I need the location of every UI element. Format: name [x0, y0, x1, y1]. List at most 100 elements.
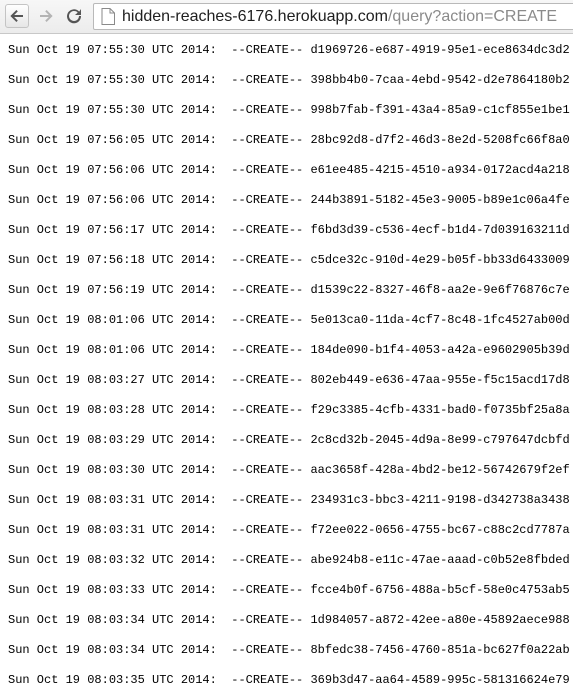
log-line: Sun Oct 19 08:03:28 UTC 2014: --CREATE--… — [8, 402, 570, 418]
log-timestamp: Sun Oct 19 08:03:34 UTC 2014: — [8, 643, 217, 657]
log-action: --CREATE-- — [231, 553, 304, 567]
reload-icon — [67, 9, 82, 24]
log-line: Sun Oct 19 08:03:30 UTC 2014: --CREATE--… — [8, 462, 570, 478]
log-id: d1539c22-8327-46f8-aa2e-9e6f76876c7e — [310, 283, 570, 297]
url-path: /query?action=CREATE — [387, 7, 558, 25]
log-action: --CREATE-- — [231, 643, 304, 657]
log-timestamp: Sun Oct 19 08:01:06 UTC 2014: — [8, 313, 217, 327]
log-timestamp: Sun Oct 19 08:03:34 UTC 2014: — [8, 613, 217, 627]
log-id: 28bc92d8-d7f2-46d3-8e2d-5208fc66f8a0 — [310, 133, 570, 147]
log-action: --CREATE-- — [231, 283, 304, 297]
log-action: --CREATE-- — [231, 253, 304, 267]
log-id: f72ee022-0656-4755-bc67-c88c2cd7787a — [310, 523, 570, 537]
page-icon — [99, 7, 117, 27]
log-action: --CREATE-- — [231, 373, 304, 387]
log-timestamp: Sun Oct 19 07:56:05 UTC 2014: — [8, 133, 217, 147]
log-id: abe924b8-e11c-47ae-aaad-c0b52e8fbded — [310, 553, 570, 567]
log-id: f6bd3d39-c536-4ecf-b1d4-7d039163211d — [310, 223, 570, 237]
log-id: fcce4b0f-6756-488a-b5cf-58e0c4753ab5 — [310, 583, 570, 597]
back-button[interactable] — [5, 4, 29, 28]
url-host: hidden-reaches-6176.herokuapp.com — [122, 7, 388, 25]
log-line: Sun Oct 19 08:03:32 UTC 2014: --CREATE--… — [8, 552, 570, 568]
log-id: d1969726-e687-4919-95e1-ece8634dc3d2 — [310, 43, 570, 57]
log-action: --CREATE-- — [231, 193, 304, 207]
log-timestamp: Sun Oct 19 08:03:30 UTC 2014: — [8, 463, 217, 477]
log-action: --CREATE-- — [231, 403, 304, 417]
log-id: 369b3d47-aa64-4589-995c-581316624e79 — [310, 673, 570, 687]
log-line: Sun Oct 19 08:03:31 UTC 2014: --CREATE--… — [8, 522, 570, 538]
log-action: --CREATE-- — [231, 493, 304, 507]
log-action: --CREATE-- — [231, 103, 304, 117]
log-id: f29c3385-4cfb-4331-bad0-f0735bf25a8a — [310, 403, 570, 417]
log-id: 184de090-b1f4-4053-a42a-e9602905b39d — [310, 343, 570, 357]
log-id: 802eb449-e636-47aa-955e-f5c15acd17d8 — [310, 373, 570, 387]
address-bar[interactable]: hidden-reaches-6176.herokuapp.com /query… — [93, 3, 573, 30]
log-action: --CREATE-- — [231, 523, 304, 537]
log-line: Sun Oct 19 08:01:06 UTC 2014: --CREATE--… — [8, 312, 570, 328]
log-action: --CREATE-- — [231, 313, 304, 327]
log-timestamp: Sun Oct 19 07:55:30 UTC 2014: — [8, 73, 217, 87]
log-timestamp: Sun Oct 19 08:03:27 UTC 2014: — [8, 373, 217, 387]
log-timestamp: Sun Oct 19 07:56:19 UTC 2014: — [8, 283, 217, 297]
log-line: Sun Oct 19 07:55:30 UTC 2014: --CREATE--… — [8, 102, 570, 118]
log-timestamp: Sun Oct 19 07:55:30 UTC 2014: — [8, 103, 217, 117]
log-id: c5dce32c-910d-4e29-b05f-bb33d6433009 — [310, 253, 570, 267]
log-timestamp: Sun Oct 19 07:56:06 UTC 2014: — [8, 163, 217, 177]
log-timestamp: Sun Oct 19 07:56:06 UTC 2014: — [8, 193, 217, 207]
log-action: --CREATE-- — [231, 43, 304, 57]
log-line: Sun Oct 19 07:56:17 UTC 2014: --CREATE--… — [8, 222, 570, 238]
log-timestamp: Sun Oct 19 08:03:32 UTC 2014: — [8, 553, 217, 567]
log-action: --CREATE-- — [231, 583, 304, 597]
log-line: Sun Oct 19 07:56:19 UTC 2014: --CREATE--… — [8, 282, 570, 298]
log-output: Sun Oct 19 07:55:30 UTC 2014: --CREATE--… — [0, 34, 573, 700]
log-id: 244b3891-5182-45e3-9005-b89e1c06a4fe — [310, 193, 570, 207]
log-line: Sun Oct 19 07:56:05 UTC 2014: --CREATE--… — [8, 132, 570, 148]
log-line: Sun Oct 19 07:56:06 UTC 2014: --CREATE--… — [8, 192, 570, 208]
log-action: --CREATE-- — [231, 133, 304, 147]
log-timestamp: Sun Oct 19 08:03:31 UTC 2014: — [8, 523, 217, 537]
log-id: 5e013ca0-11da-4cf7-8c48-1fc4527ab00d — [310, 313, 570, 327]
log-line: Sun Oct 19 08:03:33 UTC 2014: --CREATE--… — [8, 582, 570, 598]
log-timestamp: Sun Oct 19 08:03:33 UTC 2014: — [8, 583, 217, 597]
log-line: Sun Oct 19 07:56:18 UTC 2014: --CREATE--… — [8, 252, 570, 268]
log-line: Sun Oct 19 08:03:29 UTC 2014: --CREATE--… — [8, 432, 570, 448]
log-line: Sun Oct 19 08:01:06 UTC 2014: --CREATE--… — [8, 342, 570, 358]
log-line: Sun Oct 19 07:56:06 UTC 2014: --CREATE--… — [8, 162, 570, 178]
log-line: Sun Oct 19 08:03:35 UTC 2014: --CREATE--… — [8, 672, 570, 688]
log-action: --CREATE-- — [231, 343, 304, 357]
log-id: 234931c3-bbc3-4211-9198-d342738a3438 — [310, 493, 570, 507]
log-line: Sun Oct 19 08:03:34 UTC 2014: --CREATE--… — [8, 642, 570, 658]
log-action: --CREATE-- — [231, 673, 304, 687]
log-timestamp: Sun Oct 19 08:03:31 UTC 2014: — [8, 493, 217, 507]
forward-button[interactable] — [34, 4, 58, 28]
log-timestamp: Sun Oct 19 07:55:30 UTC 2014: — [8, 43, 217, 57]
log-line: Sun Oct 19 07:55:30 UTC 2014: --CREATE--… — [8, 72, 570, 88]
log-timestamp: Sun Oct 19 08:03:29 UTC 2014: — [8, 433, 217, 447]
log-timestamp: Sun Oct 19 07:56:17 UTC 2014: — [8, 223, 217, 237]
log-action: --CREATE-- — [231, 223, 304, 237]
log-id: 2c8cd32b-2045-4d9a-8e99-c797647dcbfd — [310, 433, 570, 447]
log-action: --CREATE-- — [231, 463, 304, 477]
log-timestamp: Sun Oct 19 08:03:28 UTC 2014: — [8, 403, 217, 417]
log-id: 998b7fab-f391-43a4-85a9-c1cf855e1be1 — [310, 103, 570, 117]
log-id: 398bb4b0-7caa-4ebd-9542-d2e7864180b2 — [310, 73, 570, 87]
log-timestamp: Sun Oct 19 07:56:18 UTC 2014: — [8, 253, 217, 267]
log-action: --CREATE-- — [231, 163, 304, 177]
log-action: --CREATE-- — [231, 433, 304, 447]
reload-button[interactable] — [62, 4, 86, 28]
log-line: Sun Oct 19 07:55:30 UTC 2014: --CREATE--… — [8, 42, 570, 58]
log-line: Sun Oct 19 08:03:27 UTC 2014: --CREATE--… — [8, 372, 570, 388]
log-line: Sun Oct 19 08:03:31 UTC 2014: --CREATE--… — [8, 492, 570, 508]
log-id: aac3658f-428a-4bd2-be12-56742679f2ef — [310, 463, 570, 477]
log-timestamp: Sun Oct 19 08:01:06 UTC 2014: — [8, 343, 217, 357]
log-id: e61ee485-4215-4510-a934-0172acd4a218 — [310, 163, 570, 177]
log-id: 1d984057-a872-42ee-a80e-45892aece988 — [310, 613, 570, 627]
log-line: Sun Oct 19 08:03:34 UTC 2014: --CREATE--… — [8, 612, 570, 628]
log-action: --CREATE-- — [231, 73, 304, 87]
forward-arrow-icon — [40, 10, 53, 22]
log-action: --CREATE-- — [231, 613, 304, 627]
back-arrow-icon — [10, 10, 23, 22]
log-timestamp: Sun Oct 19 08:03:35 UTC 2014: — [8, 673, 217, 687]
log-id: 8bfedc38-7456-4760-851a-bc627f0a22ab — [310, 643, 570, 657]
browser-toolbar: hidden-reaches-6176.herokuapp.com /query… — [0, 0, 573, 34]
